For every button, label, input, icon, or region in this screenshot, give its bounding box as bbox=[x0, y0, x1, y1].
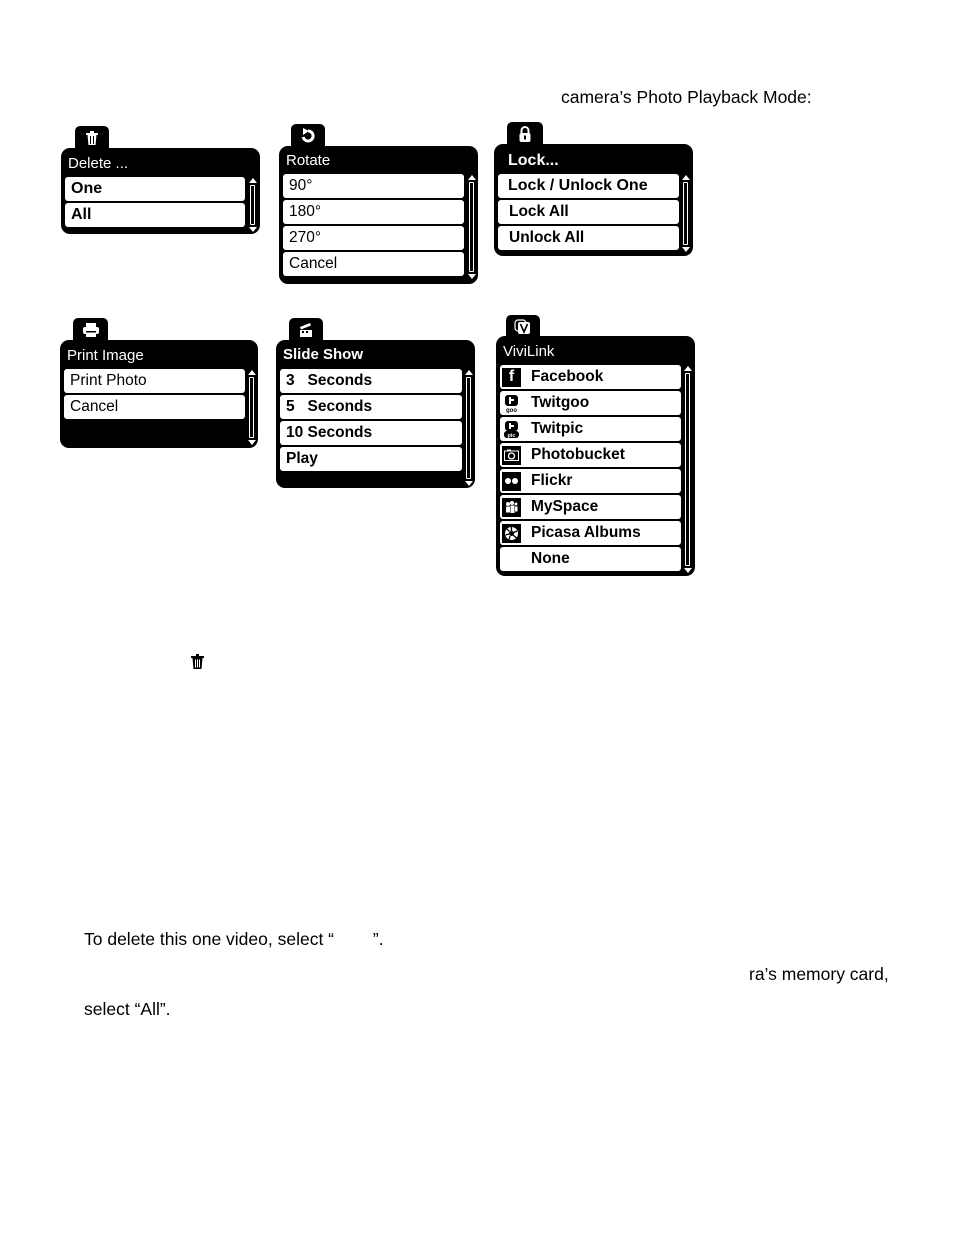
rotate-menu-panel: Rotate 90° 180° 270° Cancel bbox=[279, 146, 478, 284]
body-text-line-2: ra’s memory card, bbox=[749, 964, 889, 984]
clapperboard-icon bbox=[300, 323, 312, 337]
photobucket-icon bbox=[502, 445, 521, 465]
delete-menu-scrollbar[interactable] bbox=[248, 178, 257, 232]
lock-menu-title: Lock... bbox=[508, 152, 559, 169]
scroll-up-arrow-icon[interactable] bbox=[248, 370, 256, 375]
body-text-line-3: select “All”. bbox=[84, 999, 171, 1019]
print-cancel-option[interactable]: Cancel bbox=[64, 395, 245, 419]
scroll-down-arrow-icon[interactable] bbox=[249, 227, 257, 232]
slideshow-10-seconds-option[interactable]: 10 Seconds bbox=[280, 421, 462, 445]
scroll-track[interactable] bbox=[249, 377, 254, 438]
rotate-menu: Rotate 90° 180° 270° Cancel bbox=[279, 124, 478, 284]
vivilink-myspace-option[interactable]: MySpace bbox=[500, 495, 681, 519]
svg-text:goo: goo bbox=[506, 408, 517, 413]
slideshow-menu-title: Slide Show bbox=[283, 346, 364, 363]
vivilink-none-option[interactable]: None bbox=[500, 547, 681, 571]
slideshow-menu-tab bbox=[289, 318, 323, 342]
option-label: Photobucket bbox=[531, 446, 625, 463]
printer-icon bbox=[82, 323, 99, 337]
scroll-up-arrow-icon[interactable] bbox=[684, 366, 692, 371]
vivilink-picasa-option[interactable]: Picasa Albums bbox=[500, 521, 681, 545]
scroll-track[interactable] bbox=[683, 182, 688, 245]
vivilink-flickr-option[interactable]: Flickr bbox=[500, 469, 681, 493]
rotate-menu-scrollbar[interactable] bbox=[467, 175, 476, 279]
trash-icon bbox=[86, 131, 98, 145]
lock-unlock-one-option[interactable]: Lock / Unlock One bbox=[498, 174, 679, 198]
intro-text: camera’s Photo Playback Mode: bbox=[561, 87, 812, 107]
vivilink-photobucket-option[interactable]: Photobucket bbox=[500, 443, 681, 467]
slideshow-play-option[interactable]: Play bbox=[280, 447, 462, 471]
scroll-down-arrow-icon[interactable] bbox=[682, 247, 690, 252]
vivilink-facebook-option[interactable]: f Facebook bbox=[500, 365, 681, 389]
no-icon-placeholder bbox=[502, 550, 521, 569]
lock-menu-tab bbox=[507, 122, 543, 146]
scroll-down-arrow-icon[interactable] bbox=[248, 440, 256, 445]
flickr-icon bbox=[502, 471, 521, 491]
option-label: Twitpic bbox=[531, 420, 584, 437]
vivilink-menu: ViviLink f Facebook goo Twitgoo pic Twit… bbox=[496, 315, 695, 576]
scroll-track[interactable] bbox=[469, 182, 474, 272]
slideshow-5-seconds-option[interactable]: 5 Seconds bbox=[280, 395, 462, 419]
lock-icon bbox=[519, 126, 531, 142]
option-label: MySpace bbox=[531, 498, 599, 515]
vivilink-menu-scrollbar[interactable] bbox=[683, 366, 692, 573]
delete-all-option[interactable]: All bbox=[65, 203, 245, 227]
rotate-90-option[interactable]: 90° bbox=[283, 174, 464, 198]
lock-menu: Lock... Lock / Unlock One Lock All Unloc… bbox=[494, 122, 693, 256]
scroll-track[interactable] bbox=[466, 377, 471, 479]
myspace-icon bbox=[502, 497, 521, 517]
scroll-up-arrow-icon[interactable] bbox=[465, 370, 473, 375]
lock-menu-scrollbar[interactable] bbox=[681, 175, 690, 252]
print-menu-title: Print Image bbox=[67, 347, 144, 364]
vivilink-twitpic-option[interactable]: pic Twitpic bbox=[500, 417, 681, 441]
scroll-up-arrow-icon[interactable] bbox=[249, 178, 257, 183]
picasa-icon bbox=[502, 523, 521, 543]
vivilink-icon bbox=[514, 319, 530, 334]
slideshow-menu-scrollbar[interactable] bbox=[464, 370, 473, 486]
scroll-down-arrow-icon[interactable] bbox=[465, 481, 473, 486]
print-photo-option[interactable]: Print Photo bbox=[64, 369, 245, 393]
trash-icon bbox=[191, 654, 204, 674]
body-text-line-1: To delete this one video, select “ ”. bbox=[84, 929, 384, 949]
vivilink-menu-title: ViviLink bbox=[503, 343, 555, 360]
print-menu-panel: Print Image Print Photo Cancel bbox=[60, 340, 258, 448]
delete-menu-title: Delete ... bbox=[68, 155, 129, 172]
option-label: Flickr bbox=[531, 472, 573, 489]
delete-menu-tab bbox=[75, 126, 109, 150]
facebook-icon: f bbox=[502, 367, 521, 387]
option-label: Twitgoo bbox=[531, 394, 590, 411]
delete-one-option[interactable]: One bbox=[65, 177, 245, 201]
option-label: None bbox=[531, 550, 570, 567]
twitpic-icon: pic bbox=[502, 419, 521, 439]
rotate-cancel-option[interactable]: Cancel bbox=[283, 252, 464, 276]
twitgoo-icon: goo bbox=[502, 393, 521, 413]
rotate-icon bbox=[301, 128, 315, 143]
print-menu-scrollbar[interactable] bbox=[247, 370, 256, 445]
unlock-all-option[interactable]: Unlock All bbox=[498, 226, 679, 250]
lock-menu-panel: Lock... Lock / Unlock One Lock All Unloc… bbox=[494, 144, 693, 256]
option-label: Picasa Albums bbox=[531, 524, 641, 541]
scroll-track[interactable] bbox=[250, 185, 255, 225]
scroll-down-arrow-icon[interactable] bbox=[468, 274, 476, 279]
rotate-180-option[interactable]: 180° bbox=[283, 200, 464, 224]
svg-text:pic: pic bbox=[508, 433, 516, 439]
scroll-down-arrow-icon[interactable] bbox=[684, 568, 692, 573]
option-label: Facebook bbox=[531, 368, 604, 385]
print-menu: Print Image Print Photo Cancel bbox=[60, 318, 258, 448]
slideshow-menu: Slide Show 3 Seconds 5 Seconds 10 Second… bbox=[276, 318, 475, 488]
lock-all-option[interactable]: Lock All bbox=[498, 200, 679, 224]
delete-menu-panel: Delete ... One All bbox=[61, 148, 260, 234]
vivilink-menu-panel: ViviLink f Facebook goo Twitgoo pic Twit… bbox=[496, 336, 695, 576]
rotate-270-option[interactable]: 270° bbox=[283, 226, 464, 250]
print-menu-tab bbox=[73, 318, 108, 342]
rotate-menu-tab bbox=[291, 124, 325, 148]
scroll-up-arrow-icon[interactable] bbox=[468, 175, 476, 180]
vivilink-twitgoo-option[interactable]: goo Twitgoo bbox=[500, 391, 681, 415]
slideshow-3-seconds-option[interactable]: 3 Seconds bbox=[280, 369, 462, 393]
rotate-menu-title: Rotate bbox=[286, 152, 331, 169]
slideshow-menu-panel: Slide Show 3 Seconds 5 Seconds 10 Second… bbox=[276, 340, 475, 488]
scroll-track[interactable] bbox=[685, 373, 690, 566]
delete-menu: Delete ... One All bbox=[61, 126, 260, 234]
scroll-up-arrow-icon[interactable] bbox=[682, 175, 690, 180]
